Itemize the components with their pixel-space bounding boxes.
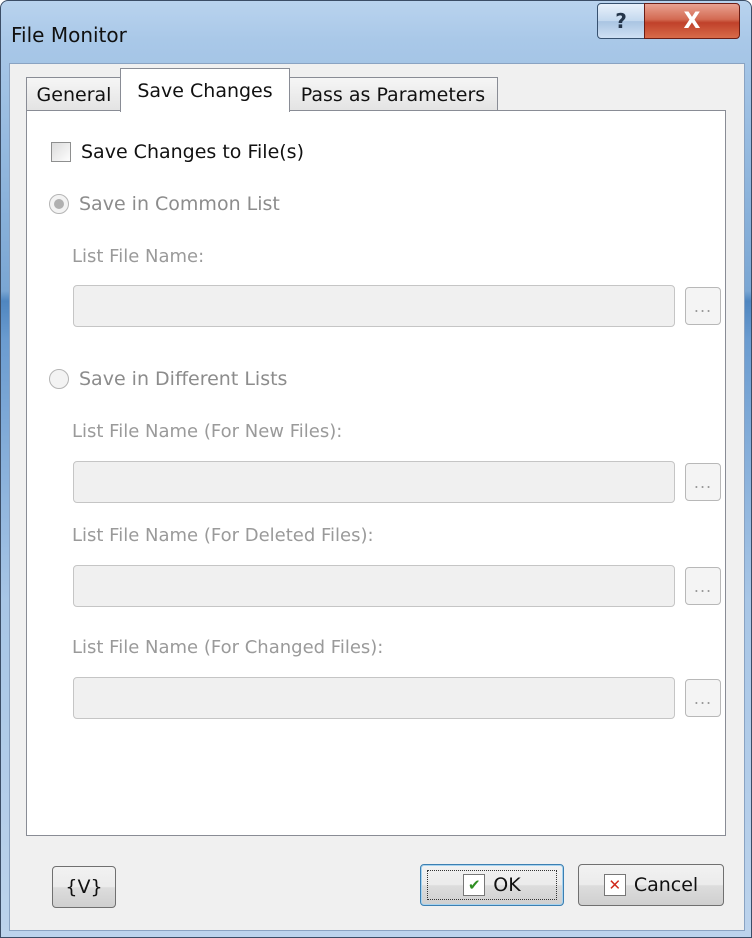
list-file-name-input[interactable] <box>73 285 675 327</box>
focus-indicator <box>427 870 557 900</box>
tab-pass-as-parameters[interactable]: Pass as Parameters <box>288 77 498 111</box>
file-monitor-window: File Monitor ? X General Save Changes Pa… <box>0 0 752 938</box>
different-lists-label: Save in Different Lists <box>79 368 288 390</box>
window-title: File Monitor <box>11 23 127 47</box>
save-changes-panel: Save Changes to File(s) Save in Common L… <box>26 110 726 836</box>
new-files-label: List File Name (For New Files): <box>72 421 343 442</box>
close-button[interactable]: X <box>644 3 740 39</box>
new-files-browse-button[interactable]: ... <box>685 463 721 501</box>
close-icon: X <box>683 8 701 34</box>
variables-label: {V} <box>65 876 103 898</box>
ok-button[interactable]: ✔ OK <box>420 864 564 906</box>
new-files-input[interactable] <box>73 461 675 503</box>
save-changes-checkbox[interactable] <box>51 142 71 162</box>
deleted-files-browse-button[interactable]: ... <box>685 567 721 605</box>
tab-save-changes[interactable]: Save Changes <box>120 68 290 112</box>
different-lists-radio[interactable] <box>49 369 69 389</box>
cancel-label: Cancel <box>633 874 699 896</box>
dialog-client-area: General Save Changes Pass as Parameters … <box>9 63 745 931</box>
help-button[interactable]: ? <box>597 3 645 39</box>
list-file-name-label: List File Name: <box>72 246 205 267</box>
variables-button[interactable]: {V} <box>52 866 116 908</box>
common-list-radio-row[interactable]: Save in Common List <box>49 193 280 215</box>
deleted-files-input[interactable] <box>73 565 675 607</box>
changed-files-label: List File Name (For Changed Files): <box>72 637 384 658</box>
common-list-label: Save in Common List <box>79 193 280 215</box>
common-list-radio[interactable] <box>49 194 69 214</box>
different-lists-radio-row[interactable]: Save in Different Lists <box>49 368 287 390</box>
save-changes-checkbox-label: Save Changes to File(s) <box>81 141 304 163</box>
list-file-browse-button[interactable]: ... <box>685 287 721 325</box>
tab-general[interactable]: General <box>26 77 122 111</box>
help-icon: ? <box>615 9 627 33</box>
save-changes-checkbox-row[interactable]: Save Changes to File(s) <box>51 141 304 163</box>
cancel-button[interactable]: ✕ Cancel <box>578 864 724 906</box>
changed-files-browse-button[interactable]: ... <box>685 679 721 717</box>
x-mark-icon: ✕ <box>603 874 626 896</box>
deleted-files-label: List File Name (For Deleted Files): <box>72 525 374 546</box>
changed-files-input[interactable] <box>73 677 675 719</box>
